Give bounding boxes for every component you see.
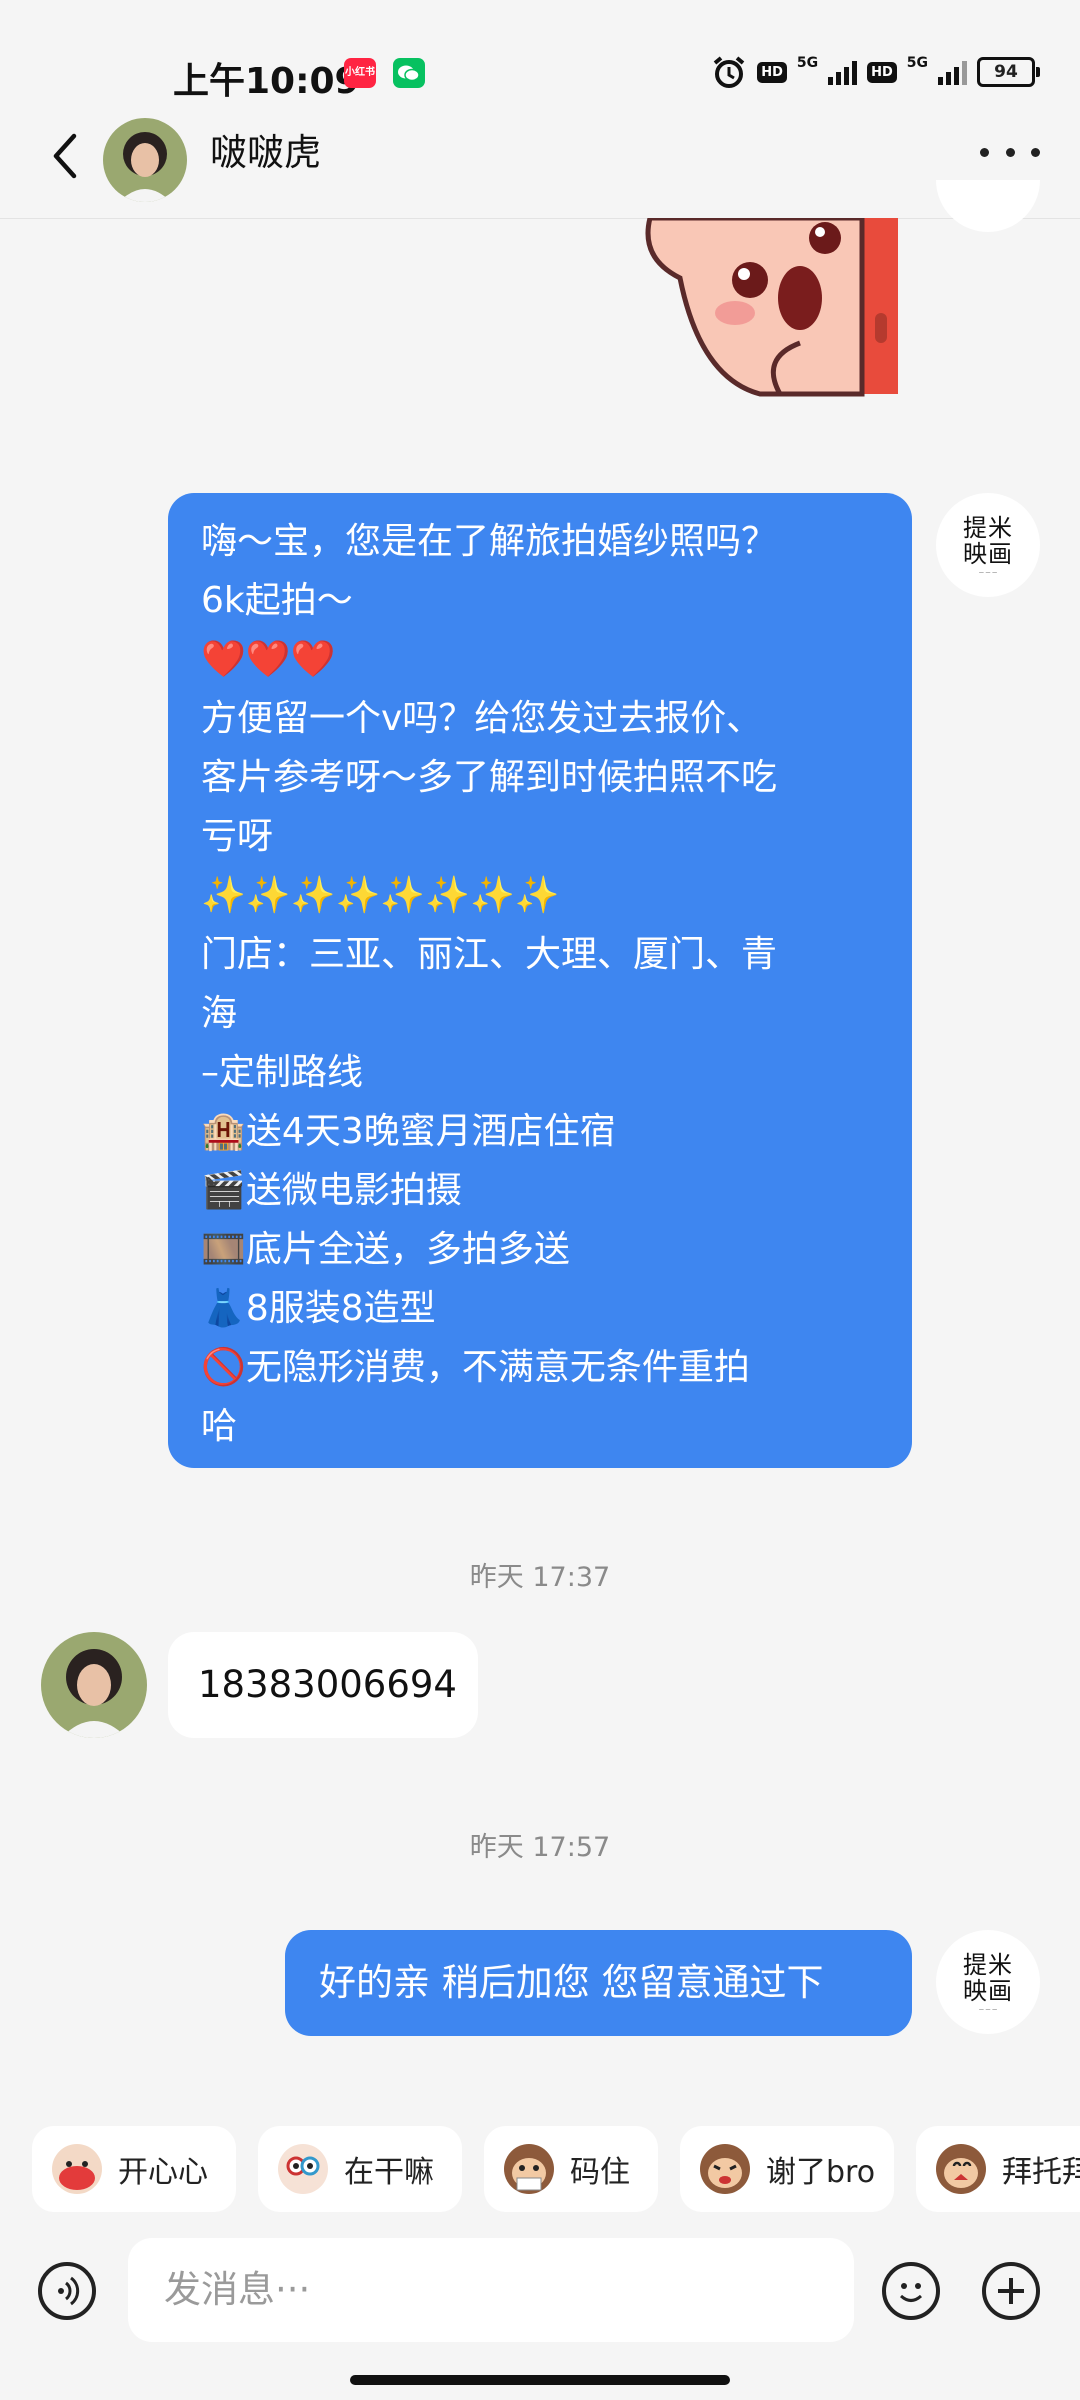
message-bubble-incoming[interactable]: 18383006694: [168, 1632, 478, 1738]
voice-input-icon[interactable]: [38, 2262, 96, 2320]
contact-avatar[interactable]: [103, 118, 187, 202]
quick-reply-chip[interactable]: 在干嘛: [258, 2126, 462, 2212]
battery-icon: 94: [977, 57, 1040, 87]
brand-logo-mark: — — —: [978, 2006, 998, 2013]
monkey-please-icon: [936, 2144, 986, 2194]
message-bubble-outgoing[interactable]: 嗨～宝，您是在了解旅拍婚纱照吗？ 6k起拍～ ❤️❤️❤️ 方便留一个v吗？给您…: [168, 493, 912, 1468]
hd-icon-2: HD: [867, 61, 897, 83]
alarm-icon: [713, 56, 745, 88]
emoji-icon[interactable]: [882, 2262, 940, 2320]
back-arrow-icon[interactable]: [42, 130, 94, 182]
wechat-badge-icon: [393, 58, 425, 88]
contact-avatar-message[interactable]: [41, 1632, 147, 1738]
my-avatar[interactable]: 提米 映画 — — —: [936, 493, 1040, 597]
my-avatar[interactable]: 提米 映画 — — —: [936, 1930, 1040, 2034]
monkey-note-icon: [504, 2144, 554, 2194]
message-text: 嗨～宝，您是在了解旅拍婚纱照吗？ 6k起拍～ ❤️❤️❤️ 方便留一个v吗？给您…: [201, 521, 778, 1447]
xiaohongshu-badge-icon: 小红书: [344, 58, 376, 88]
signal-icon-2: [938, 59, 967, 85]
signal-icon: [828, 59, 858, 85]
hd-icon: HD: [757, 61, 787, 83]
status-time: 上午10:09: [173, 61, 360, 102]
contact-name: 啵啵虎: [210, 131, 321, 174]
message-bubble-outgoing[interactable]: 好的亲 稍后加您 您留意通过下: [285, 1930, 912, 2036]
brand-logo-text: 提米 映画: [963, 513, 1013, 568]
5g-label-2: 5G: [906, 55, 928, 71]
message-text: 18383006694: [198, 1663, 457, 1706]
happy-sticker-icon: [52, 2144, 102, 2194]
more-options-icon[interactable]: [980, 132, 1040, 172]
quick-reply-label: 码住: [570, 2155, 630, 2190]
5g-label: 5G: [796, 55, 819, 71]
curious-sticker-icon: [278, 2144, 328, 2194]
quick-reply-chip[interactable]: 谢了bro: [680, 2126, 894, 2212]
sticker-image[interactable]: [640, 218, 905, 398]
chat-header: 啵啵虎: [0, 100, 1080, 219]
timestamp: 昨天 17:37: [469, 1562, 611, 1593]
add-icon[interactable]: [982, 2262, 1040, 2320]
brand-logo-mark: — — —: [978, 569, 998, 576]
quick-reply-bar: 开心心 在干嘛 码住 谢了bro 拜托拜: [0, 2108, 1080, 2228]
message-input[interactable]: 发消息···: [128, 2238, 854, 2342]
my-avatar-partial: [936, 180, 1040, 232]
quick-reply-chip[interactable]: 拜托拜: [916, 2126, 1080, 2212]
quick-reply-chip[interactable]: 开心心: [32, 2126, 236, 2212]
home-indicator[interactable]: [350, 2375, 730, 2385]
quick-reply-chip[interactable]: 码住: [484, 2126, 658, 2212]
status-icons: HD 5G HD 5G 94: [711, 52, 1040, 92]
quick-reply-label: 在干嘛: [344, 2155, 434, 2190]
brand-logo-text: 提米 映画: [963, 1950, 1013, 2005]
quick-reply-label: 开心心: [118, 2155, 208, 2190]
message-text: 好的亲 稍后加您 您留意通过下: [319, 1961, 824, 2004]
quick-reply-label: 拜托拜: [1002, 2155, 1080, 2190]
monkey-thanks-icon: [700, 2144, 750, 2194]
quick-reply-label: 谢了bro: [766, 2155, 876, 2190]
timestamp: 昨天 17:57: [469, 1832, 611, 1863]
